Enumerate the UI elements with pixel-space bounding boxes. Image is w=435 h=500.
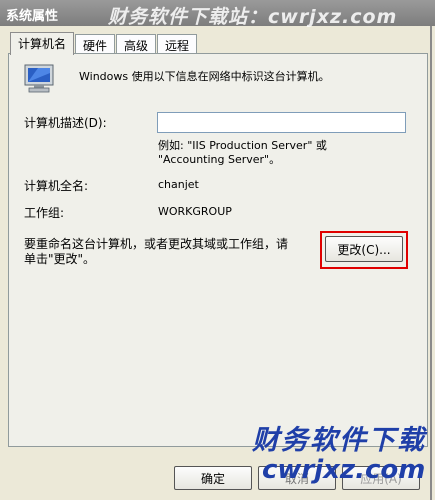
watermark-top: 财务软件下载站：cwrjxz.com (108, 6, 398, 28)
window-title: 系统属性 (6, 9, 59, 24)
description-input[interactable] (157, 112, 406, 133)
tab-strip: 计算机名 硬件 高级 远程 (10, 32, 198, 55)
tab-advanced[interactable]: 高级 (116, 34, 157, 55)
full-name-value: chanjet (158, 178, 199, 191)
description-label: 计算机描述(D): (24, 116, 107, 130)
change-button[interactable]: 更改(C)... (325, 236, 403, 262)
example-line-1: 例如: "IIS Production Server" 或 (158, 139, 327, 152)
window-frame-edge (430, 26, 432, 500)
workgroup-label: 工作组: (24, 206, 65, 220)
computer-monitor-icon (24, 64, 54, 93)
workgroup-value: WORKGROUP (158, 205, 232, 218)
rename-line-2: 单击"更改"。 (24, 252, 96, 266)
full-name-label: 计算机全名: (24, 179, 89, 193)
rename-line-1: 要重命名这台计算机，或者更改其域或工作组，请 (24, 237, 289, 251)
tab-remote[interactable]: 远程 (157, 34, 198, 55)
example-line-2: "Accounting Server"。 (158, 153, 281, 166)
watermark-bottom-line-1: 财务软件下载 (252, 425, 426, 456)
rename-instructions: 要重命名这台计算机，或者更改其域或工作组，请 单击"更改"。 (24, 237, 314, 267)
ok-button[interactable]: 确定 (174, 466, 252, 490)
intro-text: Windows 使用以下信息在网络中标识这台计算机。 (79, 70, 330, 83)
tab-hardware[interactable]: 硬件 (75, 34, 116, 55)
watermark-bottom-line-2: cwrjxz.com (262, 455, 426, 485)
title-bar: 系统属性 财务软件下载站：cwrjxz.com (0, 0, 435, 28)
description-example: 例如: "IIS Production Server" 或 "Accountin… (158, 139, 327, 167)
tab-computer-name[interactable]: 计算机名 (10, 32, 75, 55)
